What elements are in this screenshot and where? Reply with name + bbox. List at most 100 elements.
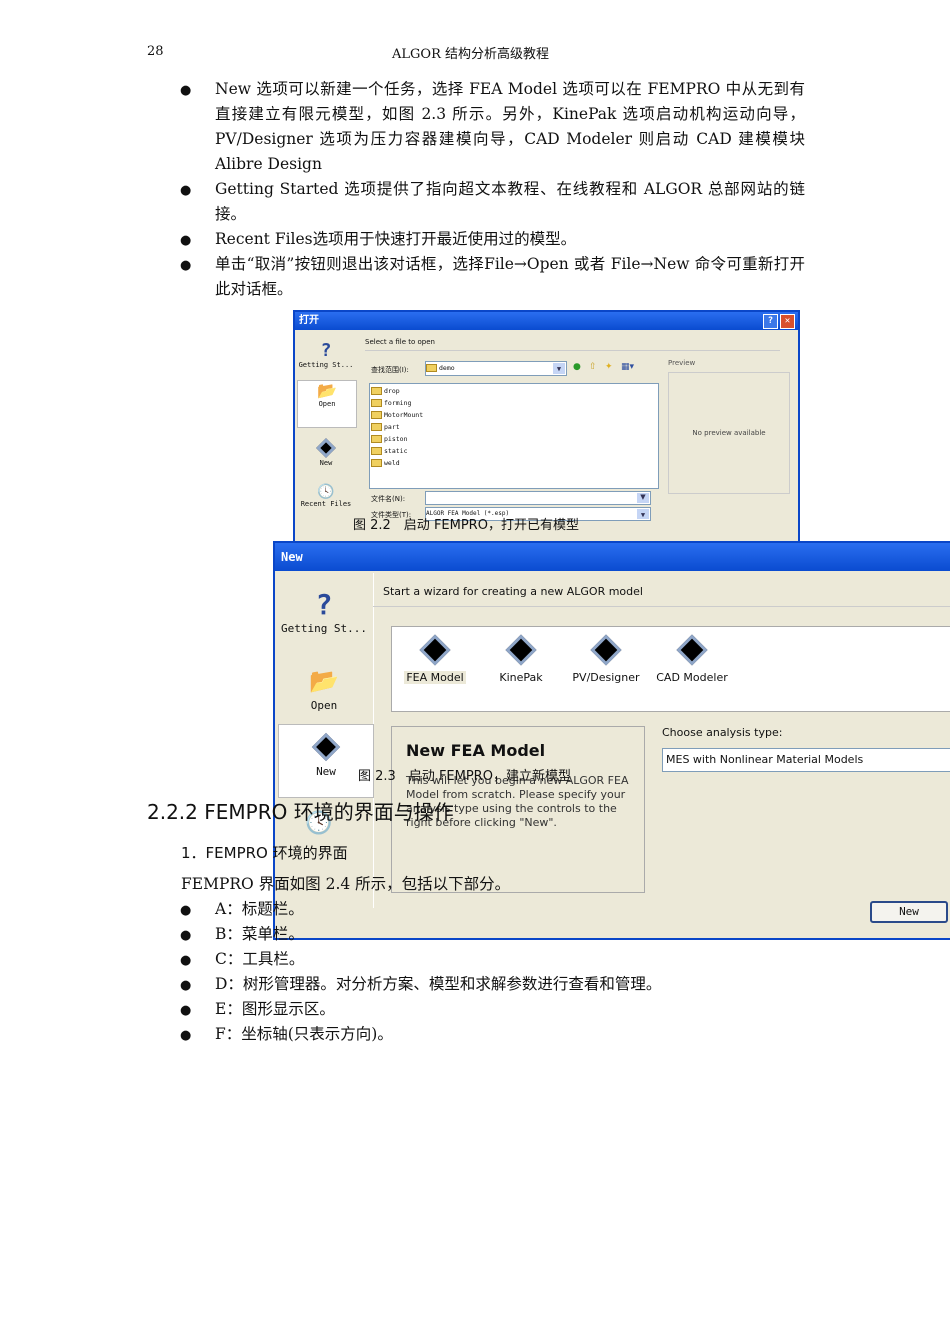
value: demo [439,364,455,372]
folder-item[interactable]: MotorMount [371,409,657,421]
folder-item[interactable]: static [371,445,657,457]
element [371,387,382,395]
element [426,364,437,372]
sidebar-item-open[interactable]: 📂 Open [279,663,369,712]
back-icon[interactable]: ● [573,362,581,372]
label: CAD Modeler [656,671,728,684]
dialog-title-bar: 打开 ? ✕ [295,312,798,330]
bullet: ● [180,978,192,993]
element: piston [384,435,408,443]
file-list[interactable]: drop forming MotorMount part piston stat… [369,383,659,489]
close-icon[interactable]: ✕ [780,314,795,329]
filename-input[interactable]: ▼ [425,491,651,505]
preview-label: Preview [668,359,696,367]
list-item: F：坐标轴(只表示方向)。 [215,1025,393,1043]
figure-caption: 图 2.3 启动 FEMPRO，建立新模型 [358,769,571,784]
chevron-down-icon: ▼ [553,363,565,374]
filename-label: 文件名(N): [371,495,406,503]
element: forming [384,399,412,407]
instruction: Start a wizard for creating a new ALGOR … [383,585,643,598]
folder-item[interactable]: weld [371,457,657,469]
help-icon: ? [320,340,332,361]
folder-open-icon: 📂 [317,381,337,400]
element [371,423,382,431]
sidebar-item-new[interactable]: New [297,438,355,467]
folder-item[interactable]: piston [371,433,657,445]
diamond-icon [505,634,537,666]
dialog-title-bar: New [275,543,950,571]
bullet: ● [180,953,192,968]
label: Recent Files [300,500,352,508]
analysis-type-select[interactable]: MES with Nonlinear Material Models [662,748,950,772]
element [371,399,382,407]
dialog-title: New [281,550,303,564]
label: KinePak [499,671,543,684]
label: Open [318,400,336,408]
diamond-icon [311,732,341,762]
up-folder-icon[interactable]: ⇧ [589,362,597,372]
look-in-label: 查找范围(I): [371,366,409,374]
help-icon[interactable]: ? [763,314,778,329]
element: New [899,905,919,918]
element [371,435,382,443]
element [371,447,382,455]
help-icon: ? [315,588,333,621]
bullet: ● [180,1028,192,1043]
sidebar-item-getting-started[interactable]: ? Getting St... [279,588,369,635]
subsection-heading: 1．FEMPRO 环境的界面 [181,844,348,862]
view-menu-icon[interactable]: ▦▾ [621,362,634,372]
wizard-kinepak[interactable]: KinePak [487,631,555,684]
sidebar-item-getting-started[interactable]: ? Getting St... [297,340,355,369]
list-item: D：树形管理器。对分析方案、模型和求解参数进行查看和管理。 [215,975,662,993]
label: FEA Model [404,671,466,684]
new-button[interactable]: New [870,901,948,923]
diamond-icon [590,634,622,666]
page-number: 28 [147,44,164,59]
label: Open [310,699,338,712]
element: weld [384,459,400,467]
element [371,459,382,467]
bullet-text: New 选项可以新建一个任务，选择 FEA Model 选项可以在 FEMPRO… [215,80,805,173]
look-in-select[interactable]: demo ▼ [425,361,567,376]
folder-open-icon: 📂 [309,667,339,695]
figure-caption: 图 2.2 启动 FEMPRO，打开已有模型 [353,518,579,533]
running-header: ALGOR 结构分析高级教程 [392,47,549,62]
sidebar-item-recent-files[interactable]: 🕓 Recent Files [297,484,355,508]
diamond-icon [676,634,708,666]
preview-pane: No preview available [668,372,790,494]
sidebar-item-new[interactable]: New [278,724,374,798]
folder-item[interactable]: forming [371,397,657,409]
bullet-text: Recent Files选项用于快速打开最近使用过的模型。 [215,230,577,248]
diamond-icon [419,634,451,666]
wizard-fea-model[interactable]: FEA Model [401,631,469,684]
label: New [319,459,333,467]
wizard-cad-modeler[interactable]: CAD Modeler [653,631,731,684]
description-title: New FEA Model [406,741,546,760]
recent-files-icon: 🕓 [317,484,335,500]
bullet: ● [180,1003,192,1018]
chevron-down-icon: ▼ [637,509,649,519]
list-item: E：图形显示区。 [215,1000,335,1018]
element: No preview available [692,429,766,437]
label: PV/Designer [572,671,640,684]
analysis-type-label: Choose analysis type: [662,726,783,739]
element: static [384,447,408,455]
sidebar-item-open[interactable]: 📂 Open [297,380,357,428]
folder-item[interactable]: drop [371,385,657,397]
new-folder-icon[interactable]: ✦ [605,362,613,372]
list-item: C：工具栏。 [215,950,305,968]
element: MotorMount [384,411,424,419]
element [401,631,469,671]
wizard-pv-designer[interactable]: PV/Designer [567,631,645,684]
document-page: 28 ALGOR 结构分析高级教程 ● New 选项可以新建一个任务，选择 FE… [0,0,950,1344]
section-heading: 2.2.2 FEMPRO 环境的界面与操作 [147,800,454,824]
label: New [316,765,336,778]
element: part [384,423,400,431]
value: MES with Nonlinear Material Models [666,753,864,766]
folder-item[interactable]: part [371,421,657,433]
bullet: ● [180,83,192,98]
instruction: Select a file to open [365,338,435,346]
bullet: ● [180,258,192,273]
element [487,631,555,671]
bullet-text: Getting Started 选项提供了指向超文本教程、在线教程和 ALGOR… [215,180,805,223]
